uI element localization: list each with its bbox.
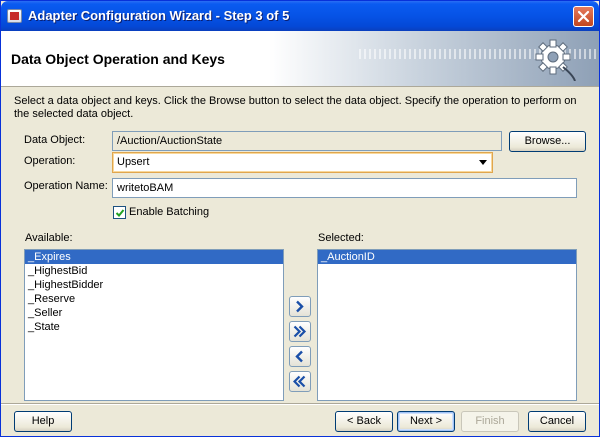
move-all-right-button[interactable] <box>289 321 311 342</box>
footer-divider <box>1 403 599 405</box>
next-button[interactable]: Next > <box>397 411 455 432</box>
list-item-highestbidder[interactable]: _HighestBidder <box>25 278 283 292</box>
operation-select-value: Upsert <box>117 156 150 168</box>
back-button[interactable]: < Back <box>335 411 393 432</box>
list-item-seller[interactable]: _Seller <box>25 306 283 320</box>
page-title: Data Object Operation and Keys <box>11 51 225 67</box>
finish-button: Finish <box>461 411 519 432</box>
title-bar[interactable]: Adapter Configuration Wizard - Step 3 of… <box>1 1 599 31</box>
operation-label: Operation: <box>24 155 76 167</box>
chevron-down-icon[interactable] <box>479 160 487 165</box>
header-banner: Data Object Operation and Keys <box>1 31 599 87</box>
list-item-reserve[interactable]: _Reserve <box>25 292 283 306</box>
available-list[interactable]: _Expires _HighestBid _HighestBidder _Res… <box>24 249 284 401</box>
move-right-button[interactable] <box>289 296 311 317</box>
close-button[interactable] <box>573 6 594 27</box>
list-item-state[interactable]: _State <box>25 320 283 334</box>
close-icon <box>577 10 590 23</box>
help-button[interactable]: Help <box>14 411 72 432</box>
selected-label: Selected: <box>318 232 364 244</box>
list-item-expires[interactable]: _Expires <box>25 250 283 264</box>
enable-batching-label[interactable]: Enable Batching <box>129 206 209 218</box>
instructions-text: Select a data object and keys. Click the… <box>14 95 577 120</box>
arrow-right-icon <box>296 300 304 313</box>
list-item-highestbid[interactable]: _HighestBid <box>25 264 283 278</box>
move-left-button[interactable] <box>289 346 311 367</box>
gear-icon <box>535 39 576 81</box>
cancel-button[interactable]: Cancel <box>528 411 586 432</box>
checkmark-icon <box>115 209 125 217</box>
arrow-left-icon <box>295 350 303 363</box>
list-item-auctionid[interactable]: _AuctionID <box>318 250 576 264</box>
operation-name-field[interactable]: writetoBAM <box>112 178 577 198</box>
data-object-label: Data Object: <box>24 134 86 146</box>
double-arrow-right-icon <box>293 325 307 338</box>
enable-batching-checkbox[interactable] <box>113 206 126 219</box>
wizard-window: Adapter Configuration Wizard - Step 3 of… <box>0 0 600 437</box>
double-arrow-left-icon <box>293 375 306 388</box>
browse-button[interactable]: Browse... <box>509 131 586 152</box>
available-label: Available: <box>25 232 73 244</box>
data-object-field[interactable]: /Auction/AuctionState <box>112 131 502 151</box>
operation-select[interactable]: Upsert <box>112 152 493 173</box>
selected-list[interactable]: _AuctionID <box>317 249 577 401</box>
window-title: Adapter Configuration Wizard - Step 3 of… <box>28 8 290 23</box>
operation-name-label: Operation Name: <box>24 180 108 192</box>
app-icon <box>7 9 22 23</box>
move-all-left-button[interactable] <box>289 371 311 392</box>
